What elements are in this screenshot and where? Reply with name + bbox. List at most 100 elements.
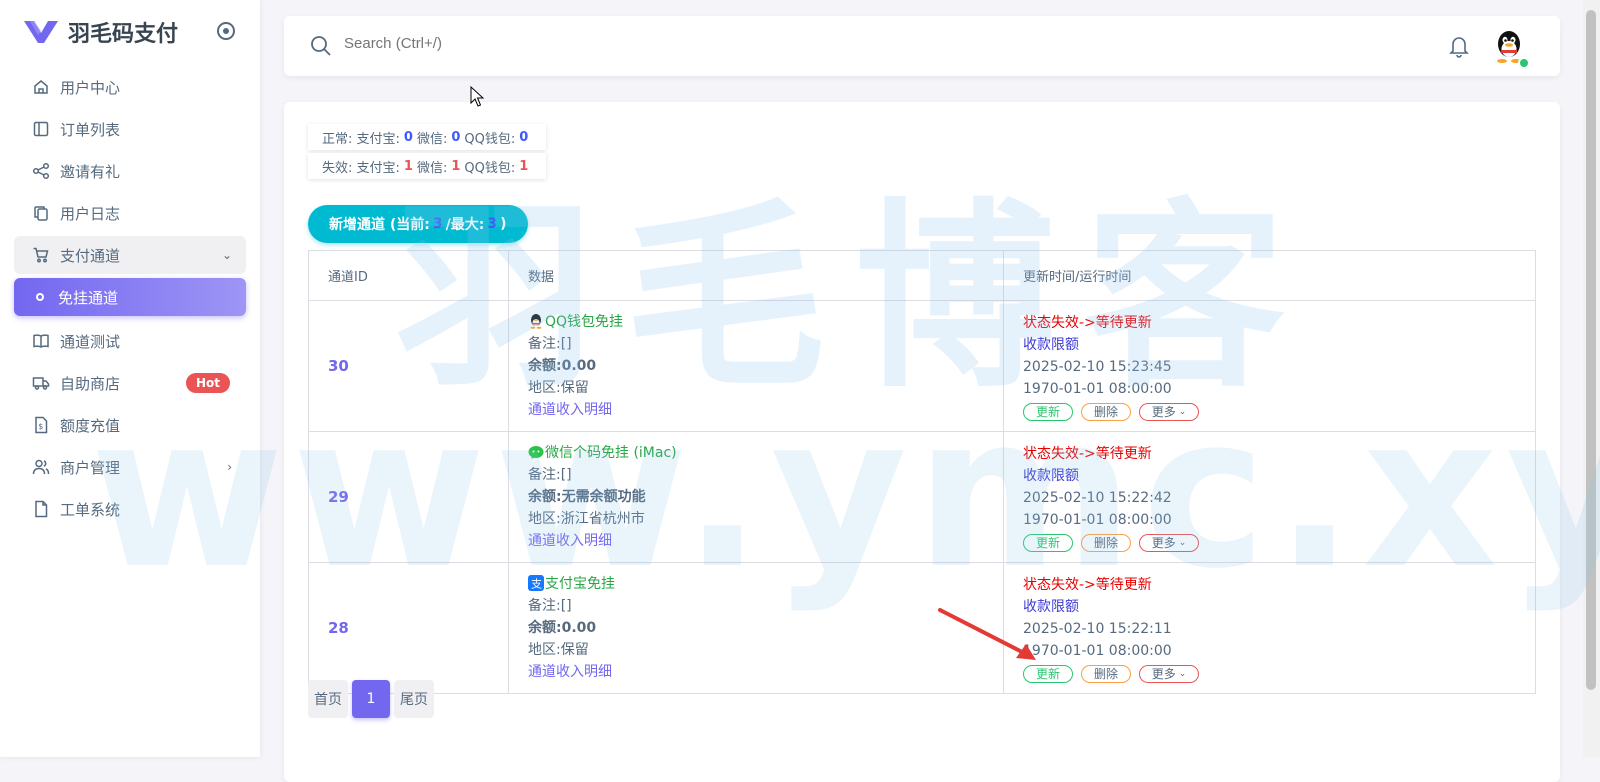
brand-name: 羽毛码支付 [68,22,179,47]
sidebar-item-free-channel[interactable]: 免挂通道 [14,278,246,316]
update-time: 2025-02-10 15:22:42 [1023,489,1172,506]
channel-remark: 备注:[] [528,336,572,352]
row-actions: 更新 删除 更多 ⌄ [1023,533,1534,552]
sidebar: 羽毛码支付 用户中心 订单列表 邀请有礼 用户日志 支付通道 ⌄ 免挂通道 通道… [0,0,260,757]
search-input[interactable] [342,34,846,53]
status-text: 状态失效->等待更新 [1023,314,1152,331]
sidebar-item-label: 工单系统 [60,500,121,519]
channel-id[interactable]: 29 [328,488,349,506]
run-time: 1970-01-01 08:00:00 [1023,380,1172,397]
chevron-down-icon: ⌄ [221,248,232,262]
table-row: 29 微信个码免挂 (iMac) 备注:[] 余额:无需余额功能 地区:浙江省杭… [308,431,1536,563]
sidebar-item-order-list[interactable]: 订单列表 [14,110,246,148]
sidebar-item-label: 商户管理 [60,458,121,477]
copy-icon [32,204,50,222]
update-button[interactable]: 更新 [1023,533,1073,552]
income-detail-link[interactable]: 通道收入明细 [528,399,1002,421]
sidebar-item-label: 额度充值 [60,416,121,435]
first-page-button[interactable]: 首页 [308,680,348,718]
users-icon [32,458,50,476]
run-time: 1970-01-01 08:00:00 [1023,511,1172,528]
brand-logo-icon [24,21,58,43]
update-button[interactable]: 更新 [1023,664,1073,683]
add-channel-button[interactable]: 新增通道 (当前: 3 /最大: 3 ) [308,205,528,243]
stat-value: 0 [403,129,413,145]
table-row: 30 QQ钱包免挂 备注:[] 余额:0.00 地区:保留 通道收入明细 状态失… [308,300,1536,432]
limit-link[interactable]: 收款限额 [1023,465,1534,487]
max-count: 3 [487,216,498,232]
channel-title: 微信个码免挂 (iMac) [528,442,1002,464]
current-count: 3 [432,216,443,232]
more-button[interactable]: 更多 ⌄ [1139,533,1199,552]
table-row: 28 支支付宝免挂 备注:[] 余额:0.00 地区:保留 通道收入明细 状态失… [308,562,1536,694]
online-status-dot [1518,57,1530,69]
chevron-right-icon: › [227,460,232,474]
last-page-button[interactable]: 尾页 [394,680,434,718]
stat-label: 正常: 支付宝: [322,131,400,147]
update-time: 2025-02-10 15:23:45 [1023,358,1172,375]
sidebar-item-label: 订单列表 [60,120,121,139]
income-detail-link[interactable]: 通道收入明细 [528,661,1002,683]
stat-value: 1 [403,158,413,174]
table-header-row: 通道ID 数据 更新时间/运行时间 [308,250,1536,301]
more-button[interactable]: 更多 ⌄ [1139,664,1199,683]
sidebar-item-user-center[interactable]: 用户中心 [14,68,246,106]
search-icon [311,36,331,56]
sidebar-collapse-icon[interactable] [217,22,235,40]
sidebar-item-label: 支付通道 [60,246,121,265]
sidebar-item-user-log[interactable]: 用户日志 [14,194,246,232]
wechat-icon [528,446,544,459]
sidebar-item-ticket[interactable]: 工单系统 [14,490,246,528]
stat-label: 微信: [416,131,448,147]
channel-id[interactable]: 28 [328,619,349,637]
status-text: 状态失效->等待更新 [1023,445,1152,462]
layout-icon [32,120,50,138]
stat-value: 0 [451,129,461,145]
channel-title: QQ钱包免挂 [528,311,1002,333]
sidebar-item-channel-test[interactable]: 通道测试 [14,322,246,360]
more-label: 更多 [1151,536,1176,550]
dollar-file-icon: $ [32,416,50,434]
sidebar-item-invite[interactable]: 邀请有礼 [14,152,246,190]
file-icon [32,500,50,518]
stat-label: QQ钱包: [464,131,516,147]
sidebar-item-label: 自助商店 [60,374,121,393]
sidebar-item-recharge[interactable]: $ 额度充值 [14,406,246,444]
svg-text:支: 支 [531,578,542,591]
stat-label: QQ钱包: [464,160,516,176]
sidebar-item-self-shop[interactable]: 自助商店 Hot [14,364,246,402]
page-button-current[interactable]: 1 [352,680,390,718]
book-icon [32,332,50,350]
update-time: 2025-02-10 15:22:11 [1023,620,1172,637]
sidebar-item-payment-channel[interactable]: 支付通道 ⌄ [14,236,246,274]
brand[interactable]: 羽毛码支付 [24,16,178,48]
stat-label: 微信: [416,160,448,176]
row-actions: 更新 删除 更多 ⌄ [1023,664,1534,683]
sidebar-item-merchant[interactable]: 商户管理 › [14,448,246,486]
income-detail-link[interactable]: 通道收入明细 [528,530,1002,552]
cart-icon [32,246,50,264]
run-time: 1970-01-01 08:00:00 [1023,642,1172,659]
bell-icon[interactable] [1448,34,1470,58]
column-header: 更新时间/运行时间 [1003,250,1536,301]
delete-button[interactable]: 删除 [1081,402,1131,421]
channel-region: 地区:保留 [528,642,589,658]
limit-link[interactable]: 收款限额 [1023,596,1534,618]
stat-label: 失效: 支付宝: [322,160,400,176]
update-button[interactable]: 更新 [1023,402,1073,421]
limit-link[interactable]: 收款限额 [1023,334,1534,356]
channel-remark: 备注:[] [528,467,572,483]
home-icon [32,78,50,96]
more-button[interactable]: 更多 ⌄ [1139,402,1199,421]
row-actions: 更新 删除 更多 ⌄ [1023,402,1534,421]
channel-card: 正常: 支付宝: 0 微信: 0 QQ钱包: 0 失效: 支付宝: 1 微信: … [284,102,1560,782]
chevron-down-icon: ⌄ [1178,668,1187,679]
sidebar-item-label: 邀请有礼 [60,162,121,181]
delete-button[interactable]: 删除 [1081,664,1131,683]
channel-id[interactable]: 30 [328,357,349,375]
truck-icon [32,374,50,392]
delete-button[interactable]: 删除 [1081,533,1131,552]
sidebar-item-label: 通道测试 [60,332,121,351]
scrollbar-thumb[interactable] [1586,10,1596,690]
channel-table: 通道ID 数据 更新时间/运行时间 30 QQ钱包免挂 备注:[] 余额:0.0… [308,250,1536,694]
